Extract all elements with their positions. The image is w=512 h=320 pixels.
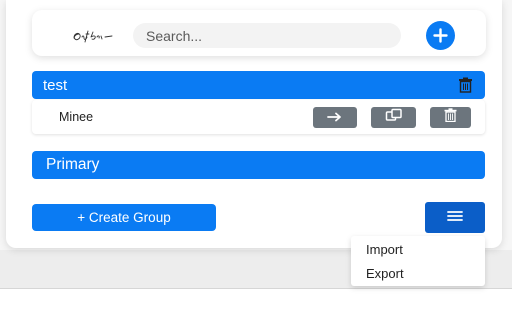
arrow-right-icon bbox=[327, 109, 343, 127]
logo-signature-icon bbox=[73, 30, 113, 43]
app-logo bbox=[72, 28, 116, 44]
menu-item-export[interactable]: Export bbox=[351, 261, 485, 285]
create-group-button[interactable]: + Create Group bbox=[32, 204, 216, 231]
item-label: Minee bbox=[59, 110, 94, 124]
menu-dropdown: Import Export bbox=[351, 236, 485, 286]
group-header-test[interactable]: test bbox=[32, 71, 485, 99]
plus-icon bbox=[425, 20, 455, 50]
open-item-button[interactable] bbox=[313, 107, 357, 128]
background-page-bottom bbox=[0, 289, 512, 320]
delete-item-button[interactable] bbox=[430, 107, 471, 128]
menu-button[interactable] bbox=[425, 202, 485, 233]
search-input[interactable] bbox=[133, 23, 401, 48]
list-item[interactable]: Minee bbox=[32, 100, 485, 134]
menu-item-import[interactable]: Import bbox=[351, 237, 485, 261]
trash-icon[interactable] bbox=[455, 75, 475, 95]
trash-icon bbox=[444, 108, 457, 127]
hamburger-icon bbox=[447, 209, 463, 227]
group-header-primary[interactable]: Primary bbox=[32, 151, 485, 179]
add-button[interactable] bbox=[422, 20, 458, 50]
group-name: Primary bbox=[46, 156, 100, 173]
group-name: test bbox=[43, 76, 68, 94]
copy-icon bbox=[385, 108, 403, 127]
duplicate-item-button[interactable] bbox=[371, 107, 416, 128]
